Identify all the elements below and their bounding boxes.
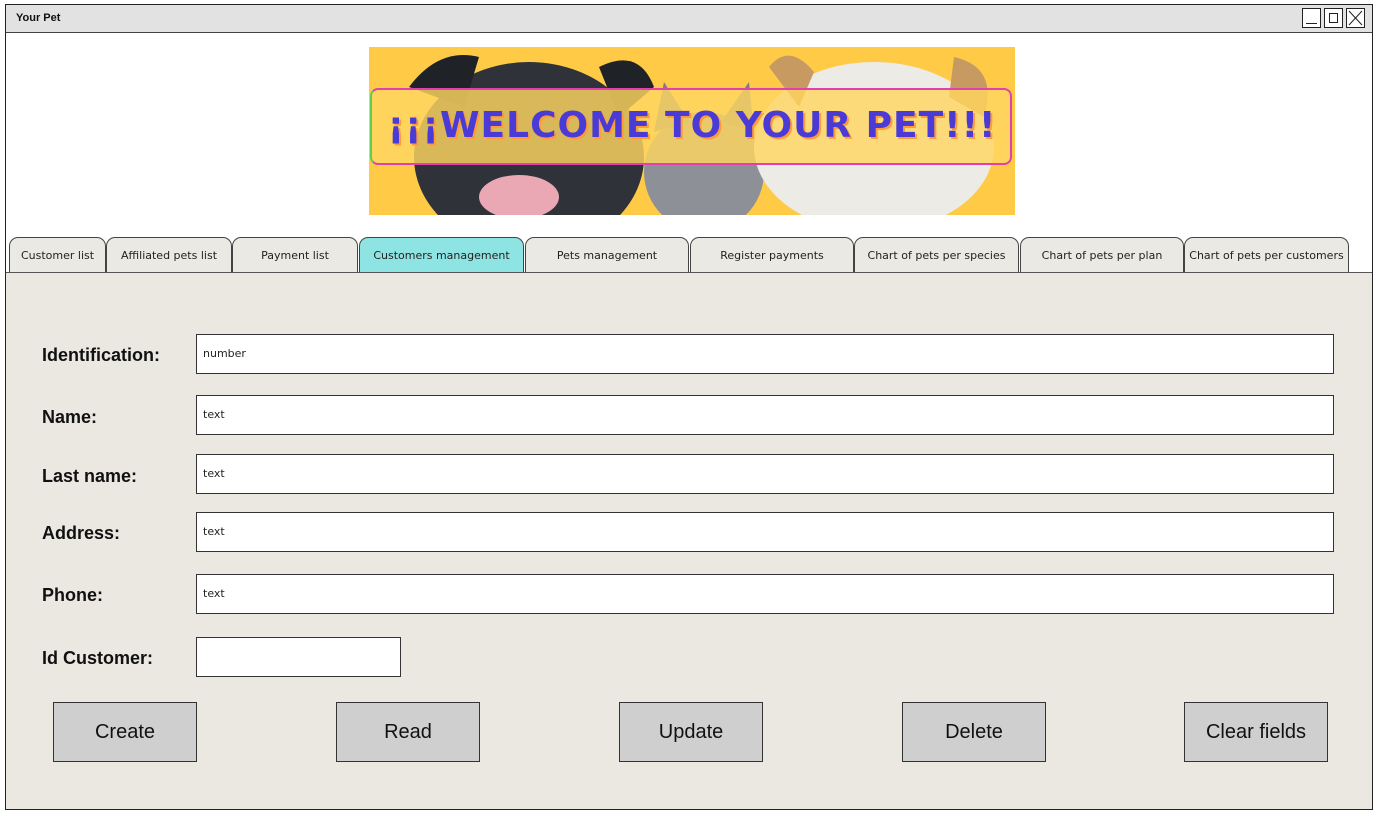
name-label: Name: xyxy=(42,407,98,427)
phone-label: Phone: xyxy=(42,585,103,605)
phone-field[interactable]: text xyxy=(196,574,1334,614)
create-button[interactable]: Create xyxy=(53,702,197,762)
maximize-icon[interactable] xyxy=(1324,8,1343,28)
tab-pets-management[interactable]: Pets management xyxy=(525,237,689,273)
id-customer-label: Id Customer: xyxy=(42,648,154,668)
update-button[interactable]: Update xyxy=(619,702,763,762)
window-title: Your Pet xyxy=(16,12,61,24)
address-label: Address: xyxy=(42,523,121,543)
tab-affiliated-pets-list[interactable]: Affiliated pets list xyxy=(106,237,232,273)
delete-button[interactable]: Delete xyxy=(902,702,1046,762)
last-name-field[interactable]: text xyxy=(196,454,1334,494)
tab-customer-list[interactable]: Customer list xyxy=(9,237,106,273)
tab-chart-pets-per-species[interactable]: Chart of pets per species xyxy=(854,237,1019,273)
app-window: Your Pet ¡¡¡WELCOME TO YOUR PET!!! Custo… xyxy=(5,4,1373,810)
name-field[interactable]: text xyxy=(196,395,1334,435)
identification-field[interactable]: number xyxy=(196,334,1334,374)
welcome-banner: ¡¡¡WELCOME TO YOUR PET!!! xyxy=(369,47,1015,215)
address-field[interactable]: text xyxy=(196,512,1334,552)
tab-customers-management[interactable]: Customers management xyxy=(359,237,524,273)
tab-bar: Customer list Affiliated pets list Payme… xyxy=(7,237,1373,273)
close-icon[interactable] xyxy=(1346,8,1365,28)
customers-management-panel: Identification: number Name: text Last n… xyxy=(6,272,1372,809)
title-bar: Your Pet xyxy=(6,5,1372,33)
minimize-icon[interactable] xyxy=(1302,8,1321,28)
banner-title: ¡¡¡WELCOME TO YOUR PET!!! xyxy=(387,105,997,146)
tab-chart-pets-per-customers[interactable]: Chart of pets per customers xyxy=(1184,237,1349,273)
clear-fields-button[interactable]: Clear fields xyxy=(1184,702,1328,762)
tab-payment-list[interactable]: Payment list xyxy=(232,237,358,273)
tab-register-payments[interactable]: Register payments xyxy=(690,237,854,273)
tab-chart-pets-per-plan[interactable]: Chart of pets per plan xyxy=(1020,237,1184,273)
id-customer-field[interactable] xyxy=(196,637,401,677)
last-name-label: Last name: xyxy=(42,466,138,486)
read-button[interactable]: Read xyxy=(336,702,480,762)
identification-label: Identification: xyxy=(42,345,160,365)
